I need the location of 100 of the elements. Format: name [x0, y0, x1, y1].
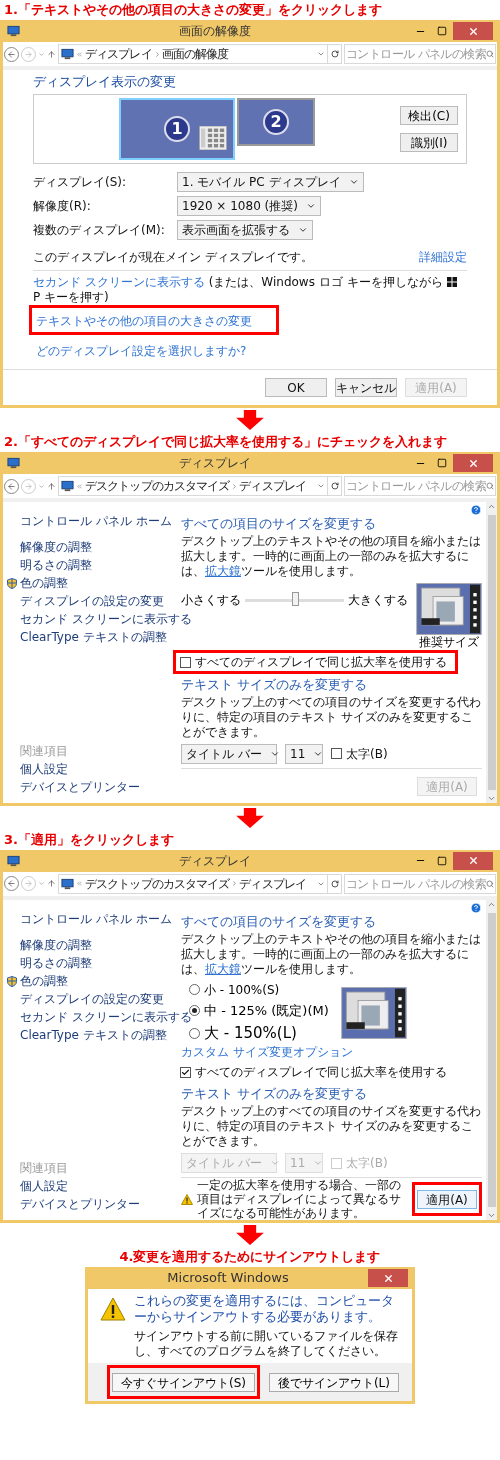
- chevron-icon: [153, 50, 161, 58]
- checkbox[interactable]: 太字(B): [331, 744, 388, 763]
- radio-button[interactable]: 小 - 100%(S): [189, 980, 329, 999]
- sidebar-link[interactable]: コントロール パネル ホーム: [7, 514, 172, 529]
- recent-pages-icon[interactable]: [38, 50, 45, 58]
- dialog-button[interactable]: 後でサインアウト(L): [268, 1373, 399, 1392]
- address-bar[interactable]: ディスプレイ 画面の解像度: [58, 44, 342, 64]
- computer-icon: [7, 457, 20, 469]
- right-arrow-icon: [24, 481, 33, 491]
- magnifier-link[interactable]: 拡大鏡: [205, 961, 241, 976]
- sidebar-link[interactable]: 解像度の調整: [20, 937, 92, 953]
- display-dropdown[interactable]: 表示画面を拡張する: [177, 220, 313, 240]
- search-field[interactable]: コントロール パネルの検索: [344, 873, 496, 894]
- second-screen-link[interactable]: セカンド スクリーンに表示する: [33, 275, 205, 289]
- sidebar-link[interactable]: ClearType テキストの調整: [20, 630, 167, 645]
- warning-icon: [100, 1297, 126, 1321]
- section-title: ディスプレイ表示の変更: [33, 74, 177, 90]
- dialog-button[interactable]: 今すぐサインアウト(S): [111, 1373, 255, 1392]
- dialog-button[interactable]: OK: [265, 378, 327, 397]
- breadcrumb-item[interactable]: ディスプレイ: [85, 45, 152, 63]
- monitor-tile[interactable]: 1: [119, 98, 235, 160]
- recent-pages-icon[interactable]: [38, 482, 45, 490]
- address-bar[interactable]: デスクトップのカスタマイズ ディスプレイ: [58, 873, 342, 894]
- scrollbar-thumb[interactable]: [487, 912, 496, 1207]
- chevron-down-icon: [269, 1158, 280, 1168]
- sidebar-heading: 関連項目: [20, 743, 68, 759]
- computer-icon: [7, 25, 20, 37]
- item-dropdown[interactable]: タイトル バー: [181, 743, 277, 764]
- help-icon[interactable]: [470, 504, 482, 516]
- checkbox[interactable]: すべてのディスプレイで同じ拡大率を使用する: [180, 1063, 447, 1081]
- step-heading: 1.「テキストやその他の項目の大きさの変更」をクリックします: [3, 1, 383, 19]
- advanced-settings-link[interactable]: 詳細設定: [419, 248, 467, 266]
- dropdown-icon[interactable]: [317, 482, 325, 490]
- scroll-up-icon[interactable]: [487, 502, 496, 511]
- scroll-down-icon[interactable]: [487, 1211, 496, 1220]
- breadcrumb-item[interactable]: ディスプレイ: [239, 477, 306, 495]
- search-icon: [486, 879, 494, 888]
- scrollbar-thumb[interactable]: [487, 515, 496, 790]
- settings-link[interactable]: どのディスプレイ設定を選択しますか?: [36, 344, 247, 358]
- sidebar-link[interactable]: ClearType テキストの調整: [20, 1027, 167, 1043]
- section-title: すべての項目のサイズを変更する: [181, 913, 377, 930]
- breadcrumb-item[interactable]: ディスプレイ: [239, 874, 306, 893]
- refresh-button[interactable]: [327, 874, 341, 893]
- sidebar-link[interactable]: 色の調整: [20, 576, 68, 591]
- sidebar-link[interactable]: 明るさの調整: [20, 558, 92, 573]
- refresh-button[interactable]: [327, 477, 341, 495]
- dialog-button[interactable]: 識別(I): [400, 133, 458, 152]
- breadcrumb-item[interactable]: デスクトップのカスタマイズ: [85, 477, 230, 495]
- sidebar-link[interactable]: ディスプレイの設定の変更: [20, 594, 164, 609]
- sidebar-link[interactable]: コントロール パネル ホーム: [7, 911, 172, 927]
- preview-caption: 推奨サイズ: [419, 635, 479, 650]
- recent-pages-icon[interactable]: [38, 880, 45, 887]
- field-label: 複数のディスプレイ(M):: [33, 222, 166, 239]
- up-icon[interactable]: [47, 879, 56, 888]
- magnifier-link[interactable]: 拡大鏡: [205, 564, 241, 578]
- sidebar-link[interactable]: セカンド スクリーンに表示する: [20, 612, 192, 627]
- down-arrow-icon: [235, 807, 265, 828]
- size-dropdown[interactable]: 11: [285, 743, 323, 764]
- warning-icon: [181, 1193, 193, 1205]
- display-dropdown[interactable]: 1. モバイル PC ディスプレイ: [177, 172, 364, 192]
- display-dropdown[interactable]: 1920 × 1080 (推奨): [177, 196, 321, 216]
- close-button[interactable]: [368, 1269, 408, 1287]
- refresh-button[interactable]: [327, 45, 341, 63]
- breadcrumb-item[interactable]: デスクトップのカスタマイズ: [85, 874, 230, 893]
- sidebar-link[interactable]: ディスプレイの設定の変更: [20, 991, 164, 1007]
- dialog-button[interactable]: キャンセル: [335, 378, 397, 397]
- sidebar-link[interactable]: 明るさの調整: [20, 955, 92, 971]
- field-label: ディスプレイ(S):: [33, 174, 128, 191]
- slider-label: 大きくする: [348, 592, 408, 609]
- step-heading: 2.「すべてのディスプレイで同じ拡大率を使用する」にチェックを入れます: [3, 433, 448, 451]
- settings-link[interactable]: テキストやその他の項目の大きさの変更: [36, 314, 252, 328]
- apply-button[interactable]: 適用(A): [417, 1190, 477, 1209]
- search-field[interactable]: コントロール パネルの検索: [344, 44, 496, 64]
- radio-button[interactable]: 大 - 150%(L): [189, 1022, 329, 1045]
- window-title: ディスプレイ: [178, 455, 251, 472]
- monitor-tile[interactable]: 2: [237, 98, 315, 146]
- sidebar-link[interactable]: デバイスとプリンター: [20, 1197, 140, 1212]
- checkbox[interactable]: すべてのディスプレイで同じ拡大率を使用する: [180, 653, 447, 671]
- address-bar[interactable]: デスクトップのカスタマイズ ディスプレイ: [58, 476, 342, 496]
- screen-preview-drawing: [416, 583, 482, 635]
- sidebar-link[interactable]: デバイスとプリンター: [20, 779, 140, 795]
- breadcrumb-item[interactable]: 画面の解像度: [161, 45, 229, 63]
- sidebar-link[interactable]: セカンド スクリーンに表示する: [20, 1009, 192, 1025]
- status-text: このディスプレイが現在メイン ディスプレイです。: [33, 249, 313, 266]
- up-icon[interactable]: [47, 49, 56, 59]
- close-button[interactable]: [453, 454, 493, 472]
- close-button[interactable]: [453, 22, 493, 40]
- up-icon[interactable]: [47, 481, 56, 491]
- sidebar-link[interactable]: 色の調整: [20, 973, 68, 989]
- dropdown-icon[interactable]: [317, 50, 325, 58]
- sidebar-link[interactable]: 解像度の調整: [20, 540, 92, 555]
- custom-size-link[interactable]: カスタム サイズ変更オプション: [181, 1044, 353, 1060]
- close-button[interactable]: [453, 851, 493, 870]
- dialog-button[interactable]: 検出(C): [400, 106, 458, 125]
- sidebar-link[interactable]: 個人設定: [20, 761, 68, 777]
- sidebar-link[interactable]: 個人設定: [20, 1179, 68, 1194]
- search-field[interactable]: コントロール パネルの検索: [344, 476, 496, 496]
- down-arrow-icon: [235, 410, 265, 430]
- help-icon[interactable]: [470, 901, 482, 914]
- slider-thumb[interactable]: [291, 591, 299, 606]
